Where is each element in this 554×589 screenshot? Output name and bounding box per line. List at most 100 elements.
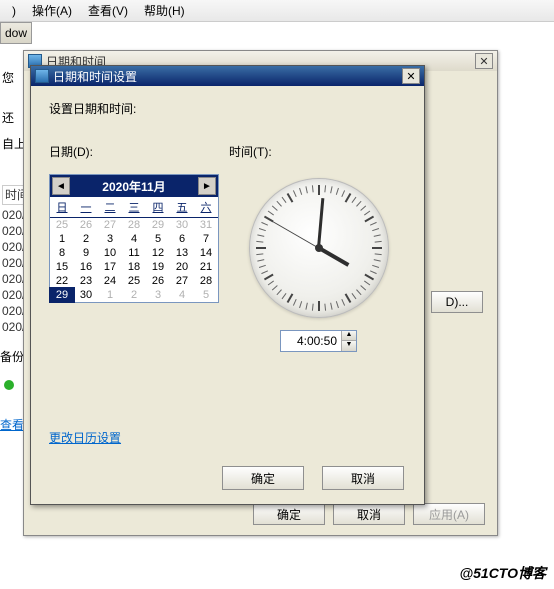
calendar-day[interactable]: 21 — [194, 260, 218, 274]
dialog-heading: 设置日期和时间: — [49, 100, 406, 117]
calendar-day[interactable]: 5 — [146, 232, 170, 246]
calendar-day[interactable]: 28 — [194, 274, 218, 288]
calendar-day[interactable]: 5 — [194, 288, 218, 302]
clock-tick — [330, 186, 332, 193]
calendar-day[interactable]: 29 — [146, 218, 170, 233]
calendar-day[interactable]: 12 — [146, 246, 170, 260]
clock-tick — [311, 304, 313, 311]
calendar-day[interactable]: 31 — [194, 218, 218, 233]
clock-tick — [292, 190, 296, 197]
menu-item: ) — [4, 2, 24, 20]
calendar-day[interactable]: 10 — [98, 246, 122, 260]
calendar-day[interactable]: 9 — [74, 246, 98, 260]
clock-tick — [257, 234, 264, 236]
calendar-day[interactable]: 13 — [170, 246, 194, 260]
calendar-day[interactable]: 4 — [122, 232, 146, 246]
change-calendar-link[interactable]: 更改日历设置 — [49, 429, 121, 446]
clock-tick — [305, 186, 307, 193]
clock-tick — [360, 205, 366, 210]
calendar-day[interactable]: 14 — [194, 246, 218, 260]
clock-tick — [267, 281, 273, 286]
weekday-header: 三 — [122, 197, 146, 218]
calendar-day[interactable]: 8 — [50, 246, 74, 260]
calendar-day[interactable]: 20 — [170, 260, 194, 274]
clock-tick — [356, 289, 361, 295]
cancel-button[interactable]: 取消 — [322, 466, 404, 490]
calendar-day[interactable]: 23 — [74, 274, 98, 288]
calendar-day[interactable]: 27 — [170, 274, 194, 288]
clock-tick — [299, 301, 302, 308]
calendar-day[interactable]: 26 — [74, 218, 98, 233]
apply-button[interactable]: 应用(A) — [413, 503, 485, 525]
calendar-day[interactable]: 2 — [74, 232, 98, 246]
calendar-day[interactable]: 18 — [122, 260, 146, 274]
titlebar[interactable]: 日期和时间设置 ✕ — [31, 66, 424, 86]
clock-tick — [263, 274, 273, 281]
calendar-day[interactable]: 29 — [50, 288, 74, 302]
status-ok-icon — [4, 380, 14, 390]
clock-tick — [311, 185, 313, 192]
clock-tick — [351, 197, 356, 203]
calendar-day[interactable]: 22 — [50, 274, 74, 288]
calendar-day[interactable]: 11 — [122, 246, 146, 260]
calendar-day[interactable]: 26 — [146, 274, 170, 288]
clock-tick — [318, 301, 320, 311]
calendar-day[interactable]: 25 — [50, 218, 74, 233]
calendar-day[interactable]: 4 — [170, 288, 194, 302]
clock-tick — [267, 211, 273, 216]
calendar: ◄ 2020年11月 ► 日一二三四五六 2526272829303112345… — [49, 174, 219, 303]
menu-view[interactable]: 查看(V) — [80, 0, 136, 21]
calendar-day[interactable]: 30 — [170, 218, 194, 233]
calendar-day[interactable]: 30 — [74, 288, 98, 302]
clock-tick — [356, 201, 361, 207]
calendar-day[interactable]: 24 — [98, 274, 122, 288]
clock-tick — [292, 299, 296, 306]
clock-tick — [364, 216, 374, 223]
clock-tick — [364, 211, 370, 216]
change-d-button[interactable]: D)... — [431, 291, 483, 313]
ok-button[interactable]: 确定 — [253, 503, 325, 525]
clock-tick — [258, 228, 265, 231]
weekday-header: 二 — [98, 197, 122, 218]
menu-help[interactable]: 帮助(H) — [136, 0, 193, 21]
date-time-settings-dialog: 日期和时间设置 ✕ 设置日期和时间: 日期(D): 时间(T): ◄ 2020年… — [30, 65, 425, 505]
time-input[interactable] — [281, 331, 341, 351]
prev-month-button[interactable]: ◄ — [52, 177, 70, 195]
clock-tick — [364, 274, 374, 281]
clock-tick — [374, 241, 381, 243]
calendar-day[interactable]: 19 — [146, 260, 170, 274]
calendar-day[interactable]: 17 — [98, 260, 122, 274]
calendar-day[interactable]: 1 — [98, 288, 122, 302]
cancel-button[interactable]: 取消 — [333, 503, 405, 525]
close-icon[interactable]: ✕ — [402, 68, 420, 84]
calendar-day[interactable]: 16 — [74, 260, 98, 274]
calendar-day[interactable]: 2 — [122, 288, 146, 302]
calendar-day[interactable]: 15 — [50, 260, 74, 274]
clock-tick — [344, 293, 351, 303]
ok-button[interactable]: 确定 — [222, 466, 304, 490]
clock-tick — [271, 205, 277, 210]
clock-tick — [324, 185, 326, 192]
calendar-day[interactable]: 6 — [170, 232, 194, 246]
calendar-day[interactable]: 28 — [122, 218, 146, 233]
clock-tick — [318, 185, 320, 195]
menu-operate[interactable]: 操作(A) — [24, 0, 80, 21]
calendar-day[interactable]: 7 — [194, 232, 218, 246]
window-title: 日期和时间设置 — [53, 68, 402, 85]
calendar-day[interactable]: 27 — [98, 218, 122, 233]
next-month-button[interactable]: ► — [198, 177, 216, 195]
clock-tick — [369, 270, 376, 274]
calendar-day[interactable]: 25 — [122, 274, 146, 288]
calendar-day[interactable]: 1 — [50, 232, 74, 246]
clock-tick — [286, 293, 293, 303]
spin-up-button[interactable]: ▲ — [342, 331, 356, 341]
spin-down-button[interactable]: ▼ — [342, 341, 356, 351]
clock-tick — [324, 304, 326, 311]
view-link[interactable]: 查看 — [0, 416, 24, 433]
calendar-day[interactable]: 3 — [98, 232, 122, 246]
close-icon[interactable]: ✕ — [475, 53, 493, 69]
clock-tick — [372, 265, 379, 268]
calendar-day[interactable]: 3 — [146, 288, 170, 302]
date-label: 日期(D): — [49, 143, 229, 160]
time-spinner[interactable]: ▲ ▼ — [280, 330, 357, 352]
